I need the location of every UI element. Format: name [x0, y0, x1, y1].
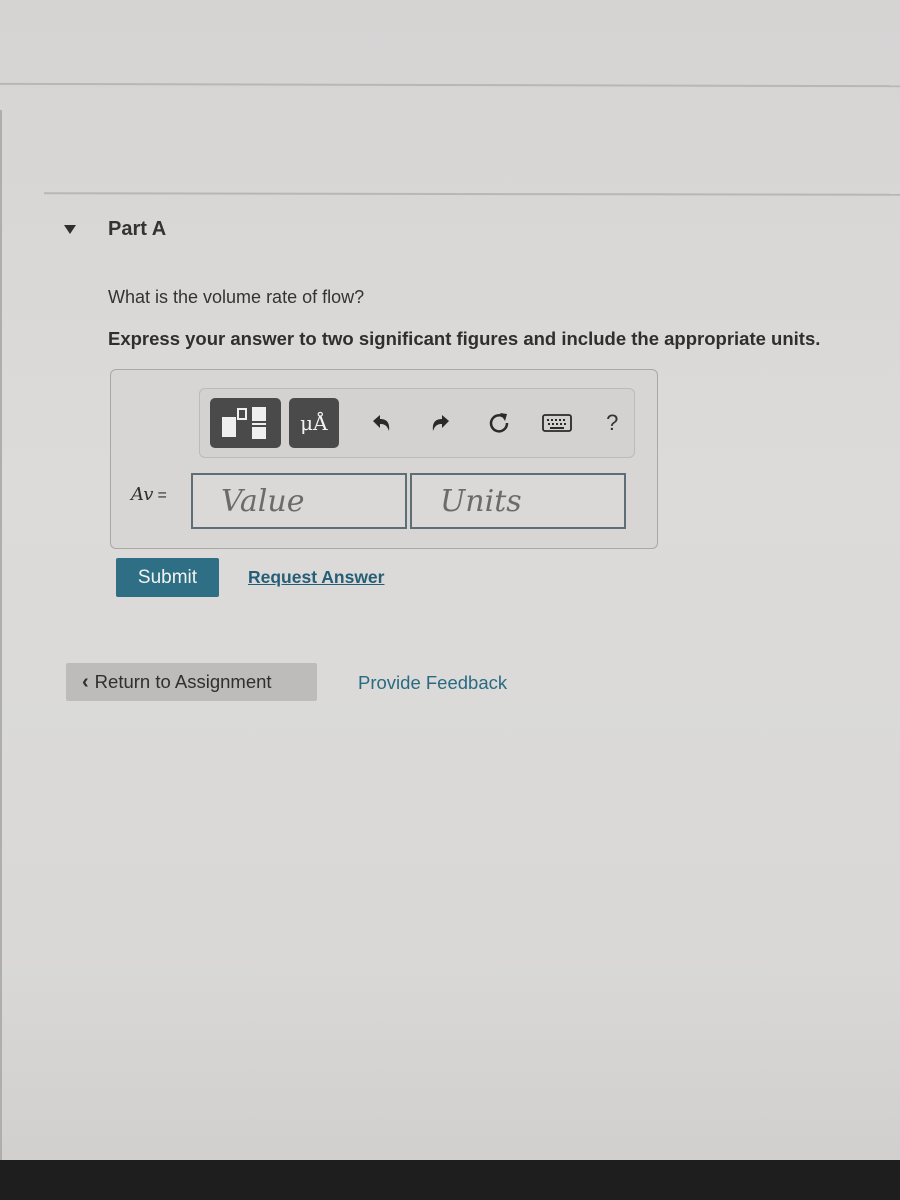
question-instruction: Express your answer to two significant f…: [108, 328, 821, 349]
screen-bezel: [0, 1160, 900, 1200]
answer-variable-label: Av =: [131, 484, 167, 505]
templates-icon: [221, 407, 266, 439]
equals-sign: =: [157, 487, 167, 504]
return-to-assignment-button[interactable]: ‹ Return to Assignment: [66, 663, 317, 701]
math-toolbar: μÅ ?: [199, 388, 635, 458]
variable-name: Av: [131, 484, 154, 505]
part-title: Part A: [108, 218, 167, 240]
answer-panel: μÅ ? Av = Value Units: [110, 369, 658, 549]
divider-section: [43, 192, 900, 196]
templates-button[interactable]: [210, 398, 282, 448]
undo-icon: [373, 415, 390, 431]
divider-top: [0, 82, 900, 88]
keyboard-icon: [541, 414, 572, 432]
undo-button[interactable]: [361, 403, 404, 443]
units-label: μÅ: [300, 411, 328, 435]
redo-button[interactable]: [418, 403, 461, 443]
return-label: Return to Assignment: [94, 671, 272, 692]
help-icon: ?: [606, 410, 619, 435]
reset-button[interactable]: [478, 403, 521, 443]
chevron-left-icon: ‹: [82, 670, 89, 693]
part-header[interactable]: Part A: [64, 218, 166, 241]
units-button[interactable]: μÅ: [289, 398, 339, 448]
keyboard-button[interactable]: [535, 403, 578, 443]
question-prompt: What is the volume rate of flow?: [108, 287, 365, 307]
request-answer-link[interactable]: Request Answer: [248, 567, 384, 588]
reset-icon: [490, 413, 509, 433]
submit-button[interactable]: Submit: [116, 558, 219, 597]
caret-down-icon[interactable]: [64, 225, 76, 234]
value-input[interactable]: [191, 473, 407, 529]
help-button[interactable]: ?: [591, 403, 634, 443]
redo-icon: [432, 415, 449, 431]
page-edge: [0, 110, 2, 1160]
provide-feedback-link[interactable]: Provide Feedback: [358, 672, 507, 694]
units-input[interactable]: [410, 473, 626, 529]
